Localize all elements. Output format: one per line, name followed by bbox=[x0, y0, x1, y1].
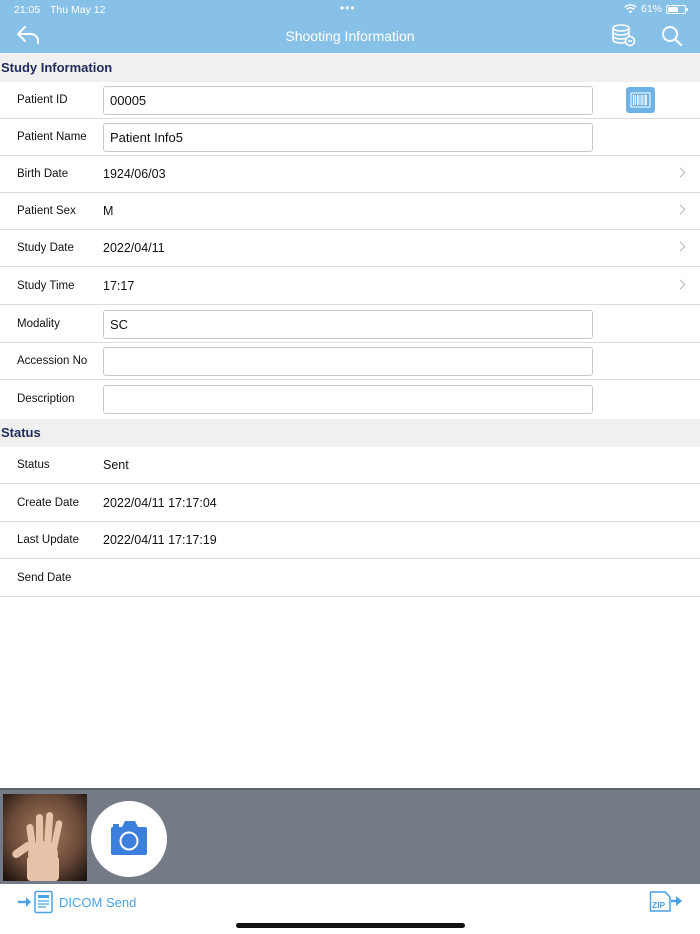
zip-export-icon: ZIP bbox=[649, 891, 682, 912]
patient-name-row: Patient Name bbox=[0, 119, 700, 156]
barcode-icon bbox=[630, 92, 651, 108]
last-update-value: 2022/04/11 17:17:19 bbox=[103, 533, 217, 547]
dicom-send-icon bbox=[18, 890, 53, 914]
description-input[interactable] bbox=[103, 385, 593, 414]
camera-button[interactable] bbox=[91, 801, 167, 877]
wifi-icon bbox=[624, 4, 637, 14]
chevron-right-icon bbox=[675, 167, 686, 178]
last-update-label: Last Update bbox=[17, 534, 80, 546]
patient-name-input[interactable] bbox=[103, 123, 593, 152]
birth-date-row[interactable]: Birth Date 1924/06/03 bbox=[0, 156, 700, 193]
create-date-row: Create Date 2022/04/11 17:17:04 bbox=[0, 485, 700, 522]
study-date-row[interactable]: Study Date 2022/04/11 bbox=[0, 230, 700, 267]
patient-sex-row[interactable]: Patient Sex M bbox=[0, 193, 700, 230]
modality-row: Modality bbox=[0, 306, 700, 343]
image-thumbnail[interactable] bbox=[3, 794, 87, 881]
patient-id-row: Patient ID bbox=[0, 82, 700, 119]
modality-label: Modality bbox=[17, 318, 60, 330]
patient-sex-label: Patient Sex bbox=[17, 205, 76, 217]
last-update-row: Last Update 2022/04/11 17:17:19 bbox=[0, 522, 700, 559]
page-title: Shooting Information bbox=[285, 28, 415, 44]
study-date-value: 2022/04/11 bbox=[103, 241, 165, 255]
dicom-send-label: DICOM Send bbox=[59, 894, 137, 910]
status-time: 21:05 bbox=[14, 4, 41, 16]
modality-input[interactable] bbox=[103, 310, 593, 339]
camera-icon bbox=[111, 821, 147, 855]
zip-label: ZIP bbox=[652, 900, 666, 910]
status-bar: 21:05 Thu May 12 ••• 61% bbox=[0, 0, 700, 20]
study-time-value: 17:17 bbox=[103, 279, 135, 293]
battery-percent: 61% bbox=[640, 3, 662, 15]
status-row: Status Sent bbox=[0, 447, 700, 484]
status-indicators: 61% bbox=[624, 3, 688, 15]
database-icon bbox=[612, 24, 636, 47]
status-section-header: Status bbox=[0, 419, 700, 447]
create-date-value: 2022/04/11 17:17:04 bbox=[103, 496, 217, 510]
status-date: Thu May 12 bbox=[50, 4, 106, 16]
search-button[interactable] bbox=[660, 24, 688, 50]
birth-date-label: Birth Date bbox=[17, 168, 69, 180]
multitasking-dots[interactable]: ••• bbox=[340, 1, 356, 15]
battery-icon bbox=[666, 4, 688, 14]
chevron-right-icon bbox=[675, 241, 686, 252]
home-indicator[interactable] bbox=[236, 923, 465, 928]
image-thumbnail-strip bbox=[0, 788, 700, 884]
study-time-label: Study Time bbox=[17, 280, 75, 292]
bottom-toolbar: DICOM Send ZIP bbox=[0, 884, 700, 934]
study-information-header: Study Information bbox=[0, 54, 700, 82]
barcode-scan-button[interactable] bbox=[626, 87, 655, 113]
description-label: Description bbox=[17, 393, 75, 405]
study-date-label: Study Date bbox=[17, 242, 74, 254]
patient-sex-value: M bbox=[103, 204, 114, 218]
status-label: Status bbox=[17, 459, 50, 471]
navigation-header: 21:05 Thu May 12 ••• 61% Shooting Inform… bbox=[0, 0, 700, 53]
create-date-label: Create Date bbox=[17, 497, 80, 509]
send-date-row: Send Date bbox=[0, 560, 700, 597]
chevron-right-icon bbox=[675, 279, 686, 290]
zip-export-button[interactable]: ZIP bbox=[649, 889, 683, 913]
study-time-row[interactable]: Study Time 17:17 bbox=[0, 268, 700, 305]
patient-id-label: Patient ID bbox=[17, 94, 68, 106]
accession-no-label: Accession No bbox=[17, 355, 88, 367]
patient-name-label: Patient Name bbox=[17, 131, 87, 143]
birth-date-value: 1924/06/03 bbox=[103, 167, 166, 181]
dicom-send-button[interactable]: DICOM Send bbox=[17, 890, 136, 914]
status-value: Sent bbox=[103, 458, 129, 472]
search-icon bbox=[662, 26, 683, 47]
send-date-label: Send Date bbox=[17, 572, 72, 584]
hand-photo-image bbox=[3, 794, 87, 881]
patient-id-input[interactable] bbox=[103, 86, 593, 115]
accession-no-input[interactable] bbox=[103, 347, 593, 376]
database-button[interactable] bbox=[610, 24, 638, 50]
chevron-right-icon bbox=[675, 204, 686, 215]
description-row: Description bbox=[0, 381, 700, 418]
accession-no-row: Accession No bbox=[0, 343, 700, 380]
